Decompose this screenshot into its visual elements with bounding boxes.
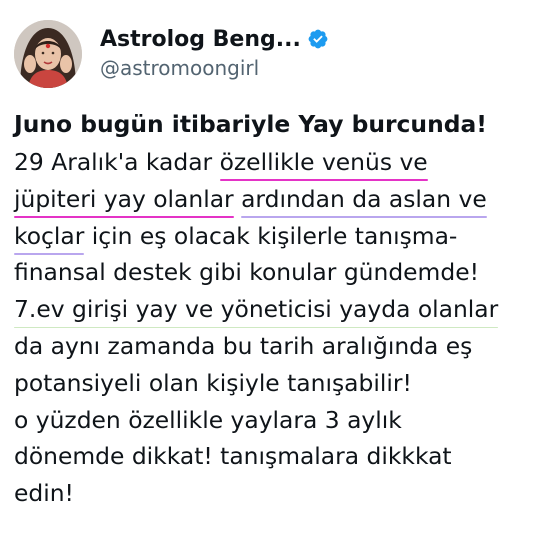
text-segment: 29 Aralık'a kadar — [14, 148, 220, 176]
display-name[interactable]: Astrolog Beng... — [100, 27, 301, 52]
tweet-line: finansal destek gibi konular gündemde! — [14, 254, 549, 291]
tweet-line: da aynı zamanda bu tarih aralığında eş — [14, 328, 549, 365]
tweet-line: o yüzden özellikle yaylara 3 aylık — [14, 402, 549, 439]
highlighted-text: 7.ev girişi yay ve yöneticisi yayda olan… — [14, 295, 499, 324]
tweet-line: koçlar için eş olacak kişilerle tanışma- — [14, 218, 549, 255]
text-segment — [234, 185, 241, 213]
highlighted-text: jüpiteri yay olanlar — [14, 184, 234, 213]
text-segment: edin! — [14, 479, 74, 508]
verified-badge-icon — [307, 28, 329, 50]
author-block: Astrolog Beng... @astromoongirl — [100, 24, 329, 80]
tweet-line: potansiyeli olan kişiyle tanışabilir! — [14, 365, 549, 402]
tweet-line: edin! — [14, 475, 549, 512]
text-segment: potansiyeli olan kişiyle tanışabilir! — [14, 368, 412, 397]
text-segment: o yüzden özellikle yaylara 3 aylık — [14, 405, 402, 434]
highlighted-text: özellikle venüs ve — [219, 148, 428, 176]
text-segment: finansal destek gibi konular gündemde! — [14, 258, 479, 287]
highlighted-text: ardından da aslan ve — [241, 184, 487, 213]
tweet-card: Astrolog Beng... @astromoongirl Juno bug… — [0, 0, 555, 534]
avatar[interactable] — [14, 20, 82, 88]
author-handle[interactable]: @astromoongirl — [100, 56, 329, 80]
tweet-line: 29 Aralık'a kadar özellikle venüs ve — [14, 144, 549, 181]
tweet-header: Astrolog Beng... @astromoongirl — [10, 20, 545, 90]
tweet-title: Juno bugün itibariyle Yay burcunda! — [14, 110, 487, 138]
tweet-line: dönemde dikkat! tanışmalara dikkkat — [14, 438, 549, 475]
tweet-text: Juno bugün itibariyle Yay burcunda! 29 A… — [14, 104, 549, 512]
tweet-line: 7.ev girişi yay ve yöneticisi yayda olan… — [14, 291, 549, 328]
text-segment: dönemde dikkat! tanışmalara dikkkat — [14, 442, 452, 471]
text-segment: için eş olacak kişilerle tanışma- — [84, 221, 458, 250]
name-row: Astrolog Beng... — [100, 24, 329, 54]
tweet-line: jüpiteri yay olanlar ardından da aslan v… — [14, 181, 549, 218]
text-segment: da aynı zamanda bu tarih aralığında eş — [14, 331, 473, 360]
highlighted-text: koçlar — [14, 221, 85, 250]
tweet-lines: 29 Aralık'a kadar özellikle venüs ve jüpi… — [14, 144, 549, 512]
